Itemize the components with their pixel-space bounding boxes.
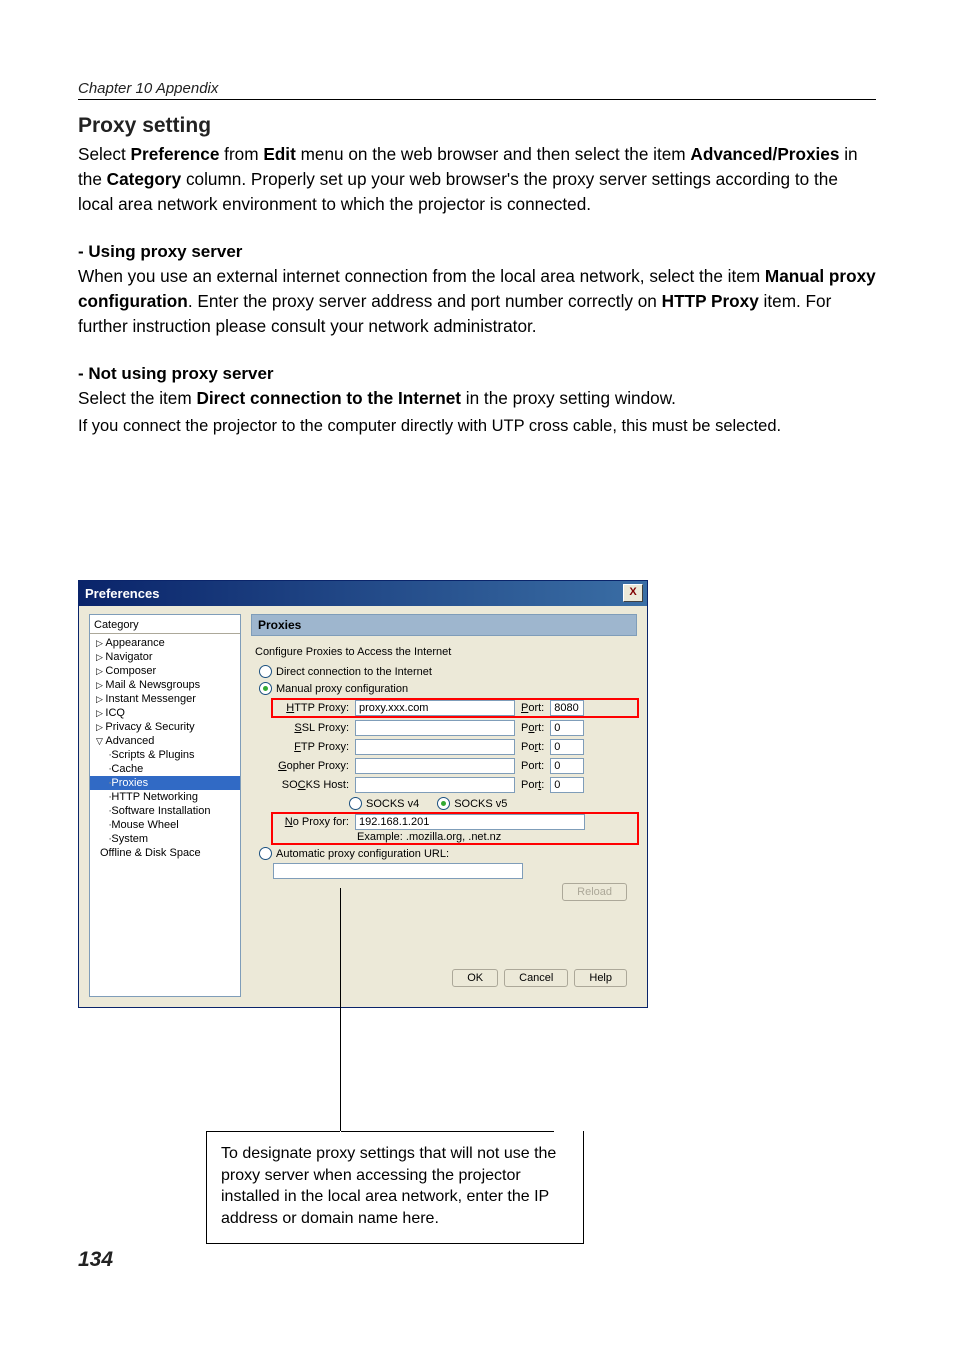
utp-note: If you connect the projector to the comp… <box>78 415 876 438</box>
dialog-footer: OK Cancel Help <box>251 961 637 997</box>
cat-http-networking[interactable]: HTTP Networking <box>90 790 240 804</box>
text: column. Properly set up your web browser… <box>78 169 838 214</box>
gopher-proxy-label: Gopher Proxy: <box>273 760 349 772</box>
ftp-proxy-input[interactable] <box>355 739 515 755</box>
radio-label: SOCKS v5 <box>454 798 507 810</box>
radio-label: Direct connection to the Internet <box>276 666 432 678</box>
gopher-port-input[interactable] <box>550 758 584 774</box>
cat-mouse-wheel[interactable]: Mouse Wheel <box>90 818 240 832</box>
cat-offline[interactable]: Offline & Disk Space <box>90 846 240 860</box>
radio-socks4[interactable]: SOCKS v4 <box>349 797 419 810</box>
port-label: Port: <box>521 741 544 753</box>
port-label: Port: <box>521 702 544 714</box>
http-port-input[interactable] <box>550 700 584 716</box>
bold: Direct connection to the Internet <box>196 388 461 408</box>
radio-icon[interactable] <box>259 847 272 860</box>
ssl-proxy-label: SSL Proxy: <box>273 722 349 734</box>
port-label: Port: <box>521 722 544 734</box>
intro-paragraph: Select Preference from Edit menu on the … <box>78 142 876 217</box>
text: menu on the web browser and then select … <box>296 144 691 164</box>
fieldset-label: Configure Proxies to Access the Internet <box>255 646 637 658</box>
bold: Category <box>107 169 182 189</box>
text: from <box>219 144 263 164</box>
ftp-port-input[interactable] <box>550 739 584 755</box>
radio-icon[interactable] <box>259 682 272 695</box>
socks-port-input[interactable] <box>550 777 584 793</box>
no-proxy-input[interactable] <box>355 814 585 830</box>
text: in the proxy setting window. <box>461 388 676 408</box>
cat-composer[interactable]: Composer <box>90 664 240 678</box>
not-using-proxy-heading: - Not using proxy server <box>78 364 876 384</box>
not-using-proxy-para: Select the item Direct connection to the… <box>78 386 876 411</box>
category-tree[interactable]: Category Appearance Navigator Composer M… <box>89 614 241 997</box>
ssl-proxy-input[interactable] <box>355 720 515 736</box>
cat-advanced[interactable]: Advanced <box>90 734 240 748</box>
cat-mail[interactable]: Mail & Newsgroups <box>90 678 240 692</box>
radio-icon[interactable] <box>349 797 362 810</box>
bold: Edit <box>263 144 295 164</box>
port-label: Port: <box>521 779 544 791</box>
ftp-proxy-label: FTP Proxy: <box>273 741 349 753</box>
no-proxy-highlight: No Proxy for: Example: .mozilla.org, .ne… <box>273 814 637 843</box>
radio-manual[interactable]: Manual proxy configuration <box>251 681 637 696</box>
cat-privacy[interactable]: Privacy & Security <box>90 720 240 734</box>
cat-scripts[interactable]: Scripts & Plugins <box>90 748 240 762</box>
using-proxy-para: When you use an external internet connec… <box>78 264 876 339</box>
port-label: Port: <box>521 760 544 772</box>
http-proxy-label: HHTTP Proxy:TTP Proxy: <box>273 702 349 714</box>
no-proxy-label: No Proxy for: <box>273 816 349 828</box>
panel-title: Proxies <box>251 614 637 636</box>
cat-icq[interactable]: ICQ <box>90 706 240 720</box>
http-proxy-highlight: HHTTP Proxy:TTP Proxy: Port: <box>273 700 637 716</box>
reload-button[interactable]: Reload <box>562 883 627 901</box>
radio-auto-url[interactable]: Automatic proxy configuration URL: <box>259 847 637 860</box>
radio-icon[interactable] <box>437 797 450 810</box>
proxies-panel: Proxies Configure Proxies to Access the … <box>251 614 637 997</box>
bold: HTTP Proxy <box>662 291 759 311</box>
socks-host-label: SOCKS Host: <box>273 779 349 791</box>
cat-appearance[interactable]: Appearance <box>90 636 240 650</box>
radio-icon[interactable] <box>259 665 272 678</box>
dialog-title-text: Preferences <box>85 586 159 601</box>
text: . Enter the proxy server address and por… <box>188 291 662 311</box>
http-proxy-input[interactable] <box>355 700 515 716</box>
cat-cache[interactable]: Cache <box>90 762 240 776</box>
gopher-proxy-input[interactable] <box>355 758 515 774</box>
cancel-button[interactable]: Cancel <box>504 969 568 987</box>
radio-socks5[interactable]: SOCKS v5 <box>437 797 507 810</box>
ssl-port-input[interactable] <box>550 720 584 736</box>
ok-button[interactable]: OK <box>452 969 498 987</box>
section-title: Proxy setting <box>78 114 876 138</box>
radio-label: Manual proxy configuration <box>276 683 408 695</box>
bold: Advanced/Proxies <box>690 144 839 164</box>
close-icon[interactable]: X <box>623 584 643 602</box>
callout-connector <box>340 888 341 1131</box>
chapter-header: Chapter 10 Appendix <box>78 80 876 100</box>
callout-text: To designate proxy settings that will no… <box>206 1131 584 1244</box>
radio-label: SOCKS v4 <box>366 798 419 810</box>
socks-host-input[interactable] <box>355 777 515 793</box>
text: When you use an external internet connec… <box>78 266 765 286</box>
socks-version-row: SOCKS v4 SOCKS v5 <box>349 797 637 810</box>
page-number: 134 <box>78 1248 113 1272</box>
cat-im[interactable]: Instant Messenger <box>90 692 240 706</box>
text: Select <box>78 144 131 164</box>
cat-software-install[interactable]: Software Installation <box>90 804 240 818</box>
using-proxy-heading: - Using proxy server <box>78 242 876 262</box>
text: Select the item <box>78 388 196 408</box>
radio-direct[interactable]: Direct connection to the Internet <box>251 664 637 679</box>
radio-label: Automatic proxy configuration URL: <box>276 848 449 860</box>
category-header: Category <box>90 617 240 634</box>
auto-url-input[interactable] <box>273 863 523 879</box>
bold: Preference <box>131 144 220 164</box>
example-text: Example: .mozilla.org, .net.nz <box>357 831 637 843</box>
cat-navigator[interactable]: Navigator <box>90 650 240 664</box>
help-button[interactable]: Help <box>574 969 627 987</box>
dialog-titlebar[interactable]: Preferences X <box>79 581 647 606</box>
cat-proxies[interactable]: Proxies <box>90 776 240 790</box>
cat-system[interactable]: System <box>90 832 240 846</box>
preferences-dialog: Preferences X Category Appearance Naviga… <box>78 580 648 1008</box>
